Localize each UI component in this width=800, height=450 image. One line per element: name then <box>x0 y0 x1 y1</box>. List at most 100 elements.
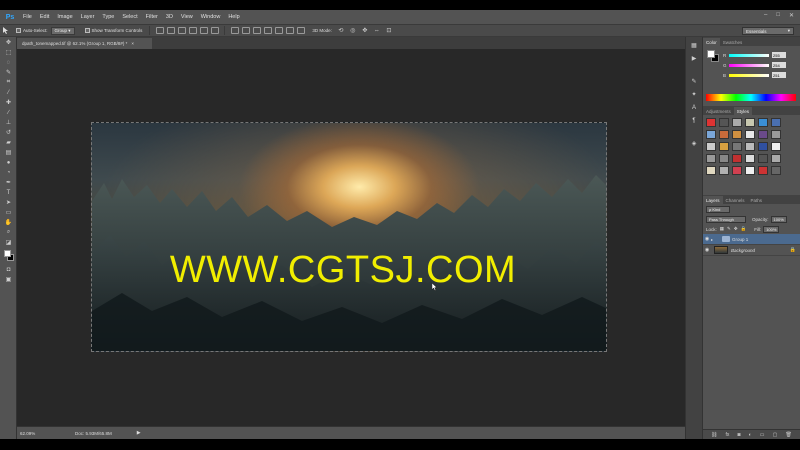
move-tool-icon[interactable]: ✥ <box>3 38 14 47</box>
menu-help[interactable]: Help <box>228 14 239 20</box>
clone-stamp-tool-icon[interactable]: ⊥ <box>3 118 14 127</box>
align-left-icon[interactable] <box>188 27 197 34</box>
menu-image[interactable]: Image <box>57 14 72 20</box>
menu-window[interactable]: Window <box>201 14 221 20</box>
style-swatch[interactable] <box>758 130 768 139</box>
link-layers-icon[interactable]: ⛓ <box>711 432 717 438</box>
3d-roll-icon[interactable]: ◎ <box>349 27 357 34</box>
style-swatch[interactable] <box>771 118 781 127</box>
gradient-tool-icon[interactable]: ▤ <box>3 148 14 157</box>
style-swatch[interactable] <box>732 166 742 175</box>
style-swatch[interactable] <box>706 154 716 163</box>
document-canvas[interactable] <box>91 122 607 352</box>
history-panel-icon[interactable]: ▦ <box>689 41 699 50</box>
align-bottom-icon[interactable] <box>177 27 186 34</box>
history-brush-tool-icon[interactable]: ↺ <box>3 128 14 137</box>
style-swatch[interactable] <box>719 166 729 175</box>
tab-styles[interactable]: Styles <box>733 107 753 115</box>
properties-panel-icon[interactable]: ▶ <box>689 54 699 63</box>
style-swatch[interactable] <box>732 154 742 163</box>
opacity-field[interactable]: 100% <box>770 215 787 223</box>
path-selection-tool-icon[interactable]: ➤ <box>3 198 14 207</box>
tab-adjustments[interactable]: Adjustments <box>703 107 734 115</box>
healing-brush-tool-icon[interactable]: ✚ <box>3 98 14 107</box>
show-transform-checkbox[interactable] <box>84 28 90 33</box>
lock-position-icon[interactable]: ✥ <box>734 226 738 232</box>
delete-layer-icon[interactable]: 🗑 <box>785 432 791 438</box>
tab-paths[interactable]: Paths <box>748 196 766 204</box>
style-swatch[interactable] <box>758 154 768 163</box>
minimize-button[interactable]: – <box>764 12 767 19</box>
move-tool-preset-icon[interactable] <box>2 27 10 34</box>
rectangle-tool-icon[interactable]: ▭ <box>3 208 14 217</box>
style-swatch[interactable] <box>719 142 729 151</box>
brush-tool-icon[interactable]: ∕ <box>3 108 14 117</box>
menu-file[interactable]: File <box>23 14 32 20</box>
blue-value[interactable]: 251 <box>772 72 786 78</box>
adjustment-layer-icon[interactable]: ◐ <box>749 432 752 438</box>
style-swatch[interactable] <box>706 142 716 151</box>
3d-scale-icon[interactable]: ⊡ <box>385 27 393 34</box>
default-colors-icon[interactable]: ◪ <box>3 238 14 247</box>
blur-tool-icon[interactable]: ● <box>3 158 14 167</box>
hand-tool-icon[interactable]: ✋ <box>3 218 14 227</box>
maximize-button[interactable]: □ <box>776 12 780 19</box>
quick-mask-icon[interactable]: ◘ <box>3 265 14 274</box>
zoom-tool-icon[interactable]: ⌕ <box>3 228 14 237</box>
workspace-dropdown[interactable]: Essentials ▾ <box>742 27 794 35</box>
distribute-hcenter-icon[interactable] <box>274 27 283 34</box>
style-swatch[interactable] <box>732 130 742 139</box>
style-swatch[interactable] <box>706 130 716 139</box>
style-swatch[interactable] <box>771 130 781 139</box>
pen-tool-icon[interactable]: ✒ <box>3 178 14 187</box>
clone-source-panel-icon[interactable]: ✦ <box>689 90 699 99</box>
close-document-icon[interactable]: × <box>131 41 134 46</box>
dodge-tool-icon[interactable]: ◔ <box>3 168 14 177</box>
style-swatch[interactable] <box>732 142 742 151</box>
red-value[interactable]: 255 <box>772 52 786 58</box>
lock-all-icon[interactable]: 🔒 <box>741 226 747 232</box>
layer-row-group-1[interactable]: ◉ ▸ Group 1 <box>703 234 800 245</box>
close-button[interactable]: ✕ <box>789 12 794 19</box>
style-swatch[interactable] <box>732 118 742 127</box>
style-swatch[interactable] <box>745 142 755 151</box>
menu-3d[interactable]: 3D <box>166 14 173 20</box>
style-swatch[interactable] <box>719 130 729 139</box>
document-tab[interactable]: dpath_tonemapped.tif @ 62.1% (Group 1, R… <box>17 38 152 49</box>
tab-swatches[interactable]: Swatches <box>720 38 746 46</box>
eyedropper-tool-icon[interactable]: ⁄ <box>3 88 14 97</box>
lasso-tool-icon[interactable]: ◌ <box>3 58 14 67</box>
color-panel-foreground-swatch[interactable] <box>707 50 715 58</box>
fill-field[interactable]: 100% <box>763 225 780 233</box>
lock-paint-icon[interactable]: ✎ <box>727 226 731 232</box>
blue-slider[interactable] <box>729 73 769 77</box>
auto-align-icon[interactable] <box>296 27 305 34</box>
style-swatch[interactable] <box>771 142 781 151</box>
menu-select[interactable]: Select <box>122 14 137 20</box>
style-swatch[interactable] <box>758 142 768 151</box>
green-value[interactable]: 254 <box>772 62 786 68</box>
menu-view[interactable]: View <box>181 14 193 20</box>
auto-select-checkbox[interactable] <box>16 28 21 33</box>
tab-channels[interactable]: Channels <box>723 196 748 204</box>
green-slider[interactable] <box>729 63 769 67</box>
lock-pixels-icon[interactable]: ▦ <box>720 226 724 232</box>
menu-filter[interactable]: Filter <box>146 14 158 20</box>
style-swatch[interactable] <box>719 118 729 127</box>
align-vcenter-icon[interactable] <box>166 27 175 34</box>
3d-slide-icon[interactable]: ⇔ <box>373 27 381 34</box>
screen-mode-icon[interactable]: ▣ <box>3 275 14 284</box>
distribute-right-icon[interactable] <box>285 27 294 34</box>
red-slider[interactable] <box>729 53 769 57</box>
align-top-icon[interactable] <box>155 27 164 34</box>
foreground-color-swatch[interactable] <box>4 250 11 257</box>
canvas-area[interactable]: WWW.CGTSJ.COM <box>17 49 685 426</box>
style-swatch[interactable] <box>758 118 768 127</box>
marquee-tool-icon[interactable]: ⬚ <box>3 48 14 57</box>
distribute-bottom-icon[interactable] <box>252 27 261 34</box>
style-swatch[interactable] <box>745 130 755 139</box>
color-spectrum-bar[interactable] <box>706 94 796 101</box>
style-swatch[interactable] <box>745 118 755 127</box>
layer-row-background[interactable]: ◉ Background 🔒 <box>703 245 800 256</box>
3d-rotate-icon[interactable]: ⟲ <box>337 27 345 34</box>
